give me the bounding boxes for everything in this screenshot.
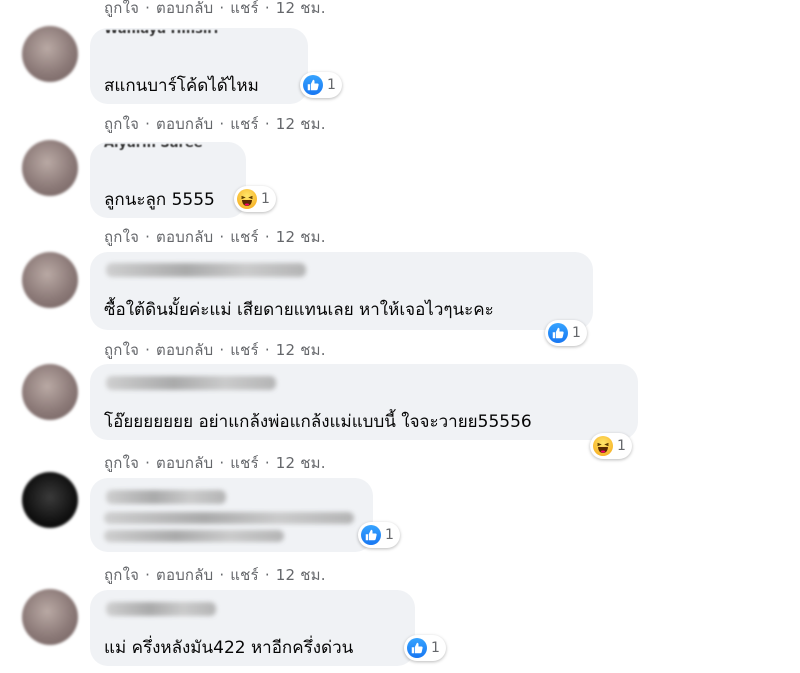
commenter-name[interactable] [106,263,306,277]
thumbs-up-icon [407,638,427,658]
reply-link[interactable]: ตอบกลับ [156,115,213,133]
separator-dot: · [219,0,225,17]
comment-actions: ถูกใจ · ตอบกลับ · แชร์ · 12 ชม. [104,338,326,362]
separator-dot: · [264,341,270,359]
reaction-badge[interactable]: 1 [590,433,632,459]
separator-dot: · [145,454,151,472]
thumbs-up-icon [548,323,568,343]
comment-actions: ถูกใจ · ตอบกลับ · แชร์ · 12 ชม. [104,451,326,475]
share-link[interactable]: แชร์ [230,228,259,246]
comment-bubble: Aiyarin Saree ลูกนะลูก 5555 [90,142,246,218]
comment-text: แม่ ครึ่งหลังมัน422 หาอีกครึ่งด่วน [104,638,354,658]
separator-dot: · [219,228,225,246]
share-link[interactable]: แชร์ [230,0,259,17]
reaction-badge[interactable]: 1 [234,186,276,212]
reaction-count: 1 [327,77,336,93]
commenter-name[interactable] [106,376,276,390]
like-link[interactable]: ถูกใจ [104,566,139,584]
avatar[interactable] [22,26,78,82]
avatar[interactable] [22,364,78,420]
separator-dot: · [264,228,270,246]
comment-timestamp[interactable]: 12 ชม. [276,0,326,17]
separator-dot: · [264,566,270,584]
reaction-count: 1 [431,640,440,656]
like-link[interactable]: ถูกใจ [104,341,139,359]
separator-dot: · [264,454,270,472]
comment-timestamp[interactable]: 12 ชม. [276,115,326,133]
separator-dot: · [219,566,225,584]
separator-dot: · [145,228,151,246]
reaction-badge[interactable]: 1 [404,635,446,661]
share-link[interactable]: แชร์ [230,566,259,584]
comment-bubble: ซื้อใต้ดินมั้ยค่ะแม่ เสียดายแทนเลย หาให้… [90,252,593,330]
reply-link[interactable]: ตอบกลับ [156,341,213,359]
comment-bubble [90,478,373,552]
comment-actions: ถูกใจ · ตอบกลับ · แชร์ · 12 ชม. [104,225,326,249]
reply-link[interactable]: ตอบกลับ [156,0,213,17]
like-link[interactable]: ถูกใจ [104,228,139,246]
separator-dot: · [219,115,225,133]
comment-bubble: Wanlaya Hinsiri สแกนบาร์โค้ดได้ไหม [90,28,308,104]
comment-timestamp[interactable]: 12 ชม. [276,228,326,246]
comment-timestamp[interactable]: 12 ชม. [276,341,326,359]
reaction-count: 1 [572,325,581,341]
separator-dot: · [145,0,151,17]
avatar[interactable] [22,589,78,645]
comment-timestamp[interactable]: 12 ชม. [276,454,326,472]
separator-dot: · [145,566,151,584]
separator-dot: · [219,454,225,472]
reply-link[interactable]: ตอบกลับ [156,454,213,472]
reaction-badge[interactable]: 1 [300,72,342,98]
comment-actions: ถูกใจ · ตอบกลับ · แชร์ · 12 ชม. [104,563,326,587]
share-link[interactable]: แชร์ [230,454,259,472]
comment-bubble: โอ๊ยยยยยยย อย่าแกล้งพ่อแกล้งแม่แบบนี้ ใจ… [90,364,638,440]
reaction-count: 1 [261,191,270,207]
blurred-comment-text [104,512,354,524]
share-link[interactable]: แชร์ [230,341,259,359]
comment-bubble: แม่ ครึ่งหลังมัน422 หาอีกครึ่งด่วน [90,590,415,666]
commenter-name[interactable]: Aiyarin Saree [104,144,244,154]
comment-text: โอ๊ยยยยยยย อย่าแกล้งพ่อแกล้งแม่แบบนี้ ใจ… [104,412,532,432]
commenter-name[interactable]: Wanlaya Hinsiri [104,30,304,40]
separator-dot: · [264,0,270,17]
thumbs-up-icon [361,525,381,545]
laughing-face-icon [593,436,613,456]
comment-actions: ถูกใจ · ตอบกลับ · แชร์ · 12 ชม. [104,0,326,20]
avatar[interactable] [22,252,78,308]
commenter-name[interactable] [106,602,216,616]
comment-text: ซื้อใต้ดินมั้ยค่ะแม่ เสียดายแทนเลย หาให้… [104,300,494,320]
commenter-name[interactable] [106,490,226,504]
avatar[interactable] [22,140,78,196]
separator-dot: · [145,341,151,359]
avatar[interactable] [22,472,78,528]
separator-dot: · [264,115,270,133]
comment-text: สแกนบาร์โค้ดได้ไหม [104,76,259,96]
laughing-face-icon [237,189,257,209]
like-link[interactable]: ถูกใจ [104,115,139,133]
reaction-badge[interactable]: 1 [545,320,587,346]
reaction-count: 1 [617,438,626,454]
like-link[interactable]: ถูกใจ [104,0,139,17]
reaction-badge[interactable]: 1 [358,522,400,548]
separator-dot: · [145,115,151,133]
comment-actions: ถูกใจ · ตอบกลับ · แชร์ · 12 ชม. [104,112,326,136]
share-link[interactable]: แชร์ [230,115,259,133]
comment-timestamp[interactable]: 12 ชม. [276,566,326,584]
separator-dot: · [219,341,225,359]
reply-link[interactable]: ตอบกลับ [156,566,213,584]
like-link[interactable]: ถูกใจ [104,454,139,472]
blurred-comment-text [104,530,284,542]
thumbs-up-icon [303,75,323,95]
reply-link[interactable]: ตอบกลับ [156,228,213,246]
reaction-count: 1 [385,527,394,543]
comment-text: ลูกนะลูก 5555 [104,190,215,210]
